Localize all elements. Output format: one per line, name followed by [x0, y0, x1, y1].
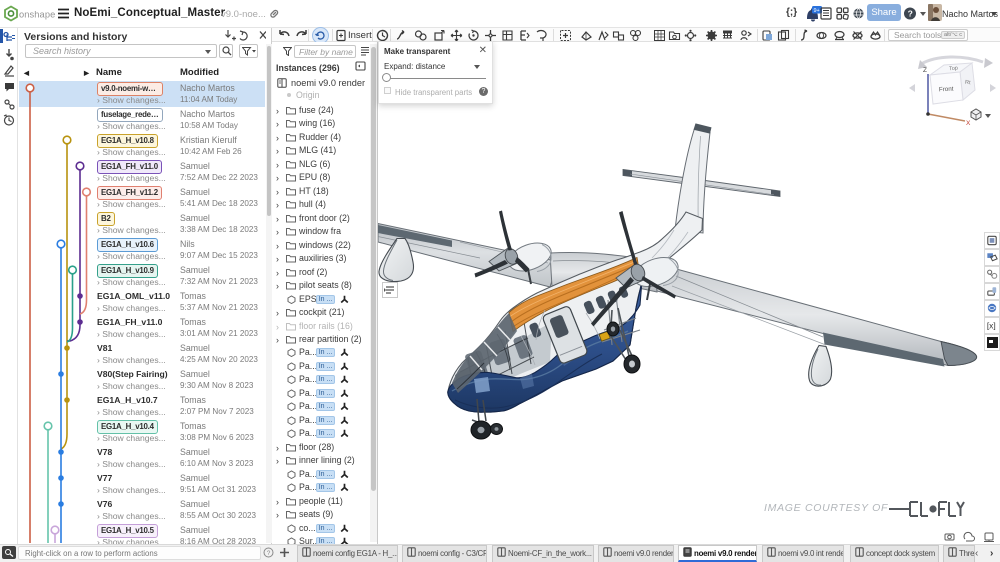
svg-text:?: ? — [267, 550, 271, 557]
svg-text:Front: Front — [939, 86, 954, 94]
svg-text:onshape: onshape — [19, 10, 55, 20]
svg-text:?: ? — [908, 9, 913, 19]
svg-text:[x]: [x] — [987, 321, 996, 331]
svg-text:Z: Z — [923, 67, 927, 74]
svg-text:9+: 9+ — [814, 8, 820, 14]
svg-text:Top: Top — [949, 66, 958, 73]
